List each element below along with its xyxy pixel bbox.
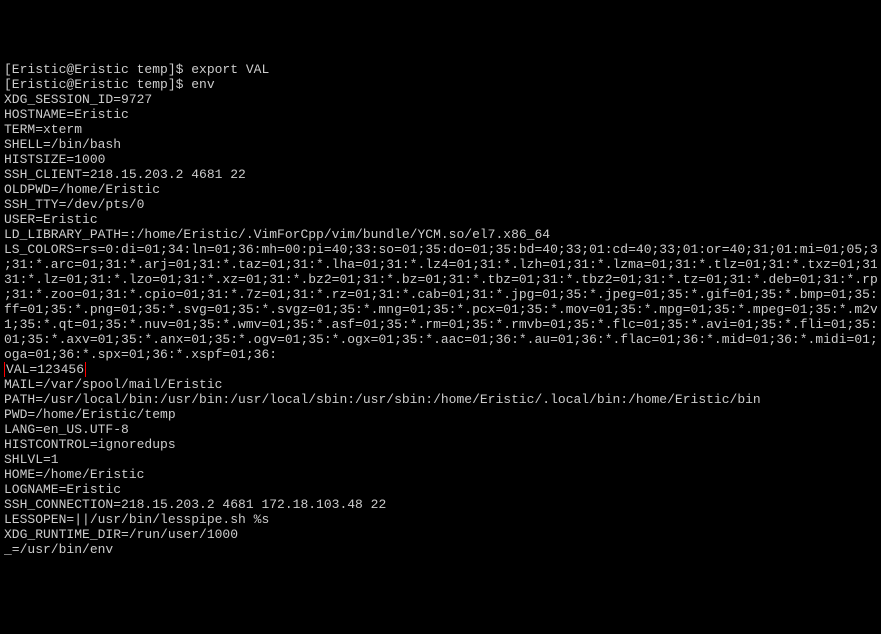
terminal-line: ff=01;35:*.png=01;35:*.svg=01;35:*.svgz=… [4,302,877,317]
terminal-line: LESSOPEN=||/usr/bin/lesspipe.sh %s [4,512,877,527]
terminal-line: SHELL=/bin/bash [4,137,877,152]
terminal-line: 01;35:*.axv=01;35:*.anx=01;35:*.ogv=01;3… [4,332,877,347]
terminal-line: HISTCONTROL=ignoredups [4,437,877,452]
terminal-line: HOME=/home/Eristic [4,467,877,482]
terminal-line: 31:*.lz=01;31:*.lzo=01;31:*.xz=01;31:*.b… [4,272,877,287]
terminal-line: HOSTNAME=Eristic [4,107,877,122]
terminal-line: [Eristic@Eristic temp]$ export VAL [4,62,877,77]
terminal-line: [Eristic@Eristic temp]$ env [4,77,877,92]
terminal-line: PWD=/home/Eristic/temp [4,407,877,422]
terminal-line: ;31:*.zoo=01;31:*.cpio=01;31:*.7z=01;31:… [4,287,877,302]
terminal-line: XDG_RUNTIME_DIR=/run/user/1000 [4,527,877,542]
terminal-line: HISTSIZE=1000 [4,152,877,167]
terminal-line: LANG=en_US.UTF-8 [4,422,877,437]
terminal-line: SHLVL=1 [4,452,877,467]
terminal-line: MAIL=/var/spool/mail/Eristic [4,377,877,392]
terminal-line: SSH_CONNECTION=218.15.203.2 4681 172.18.… [4,497,877,512]
terminal-line: SSH_TTY=/dev/pts/0 [4,197,877,212]
terminal-line: OLDPWD=/home/Eristic [4,182,877,197]
terminal-line: 1;35:*.qt=01;35:*.nuv=01;35:*.wmv=01;35:… [4,317,877,332]
terminal-line: VAL=123456 [4,362,877,377]
terminal-line: _=/usr/bin/env [4,542,877,557]
terminal-line: LS_COLORS=rs=0:di=01;34:ln=01;36:mh=00:p… [4,242,877,257]
terminal-line: ;31:*.arc=01;31:*.arj=01;31:*.taz=01;31:… [4,257,877,272]
terminal-line: XDG_SESSION_ID=9727 [4,92,877,107]
terminal-output[interactable]: [Eristic@Eristic temp]$ export VAL[Erist… [0,60,881,559]
terminal-line: USER=Eristic [4,212,877,227]
terminal-line: LOGNAME=Eristic [4,482,877,497]
terminal-line: LD_LIBRARY_PATH=:/home/Eristic/.VimForCp… [4,227,877,242]
terminal-line: PATH=/usr/local/bin:/usr/bin:/usr/local/… [4,392,877,407]
terminal-line: oga=01;36:*.spx=01;36:*.xspf=01;36: [4,347,877,362]
terminal-line: TERM=xterm [4,122,877,137]
terminal-line: SSH_CLIENT=218.15.203.2 4681 22 [4,167,877,182]
highlighted-env-var: VAL=123456 [4,362,86,377]
